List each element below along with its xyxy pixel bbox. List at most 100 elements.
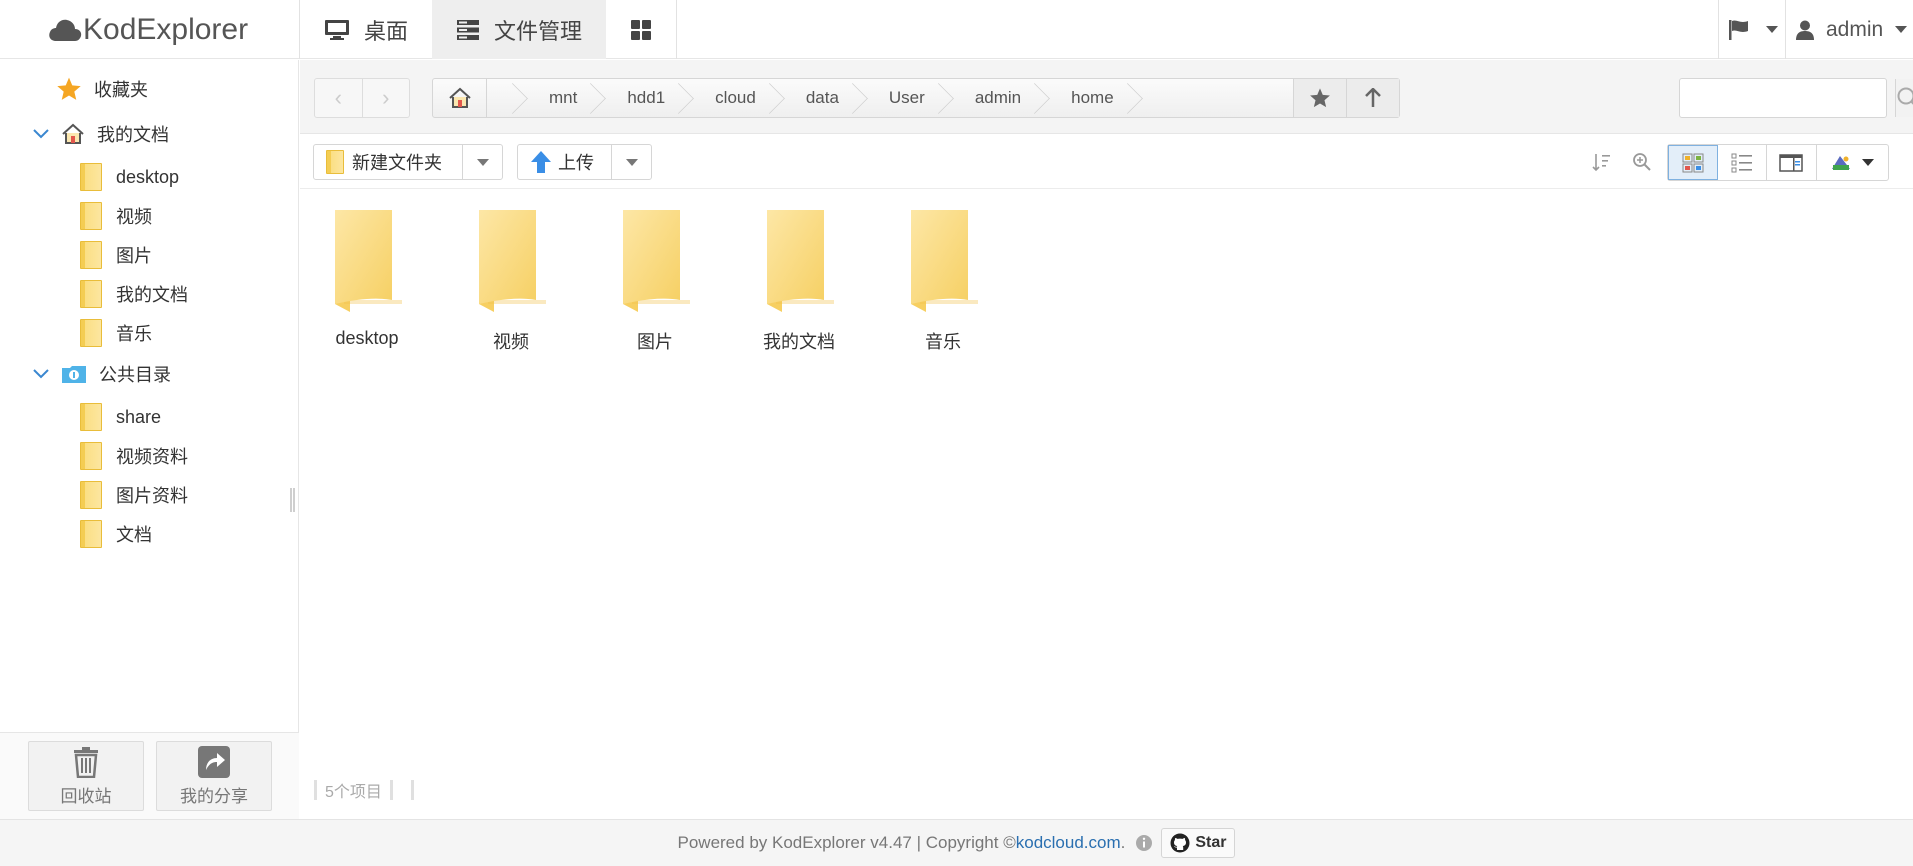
home-icon <box>448 87 471 108</box>
sidebar-item-label: share <box>116 406 162 427</box>
chevron-down-icon <box>1862 159 1875 166</box>
chevron-down-icon <box>33 369 49 379</box>
list-view-button[interactable] <box>1718 145 1768 180</box>
file-grid: desktop 视频 图片 我的文档 音乐 <box>300 190 1913 750</box>
sort-icon <box>1592 154 1610 172</box>
file-item[interactable]: desktop <box>307 208 427 349</box>
home-icon <box>62 123 84 144</box>
favorite-button[interactable] <box>1293 79 1346 117</box>
main-panel: ‹ › mnt hdd1 cloud data User admin home <box>300 60 1913 819</box>
folder-icon <box>80 280 102 308</box>
sidebar-item-share[interactable]: share <box>80 403 161 431</box>
breadcrumb-label: mnt <box>549 88 578 107</box>
address-bar[interactable]: mnt hdd1 cloud data User admin home <box>432 78 1400 118</box>
sidebar-item-public[interactable]: 公共目录 <box>33 361 171 387</box>
breadcrumb-item[interactable]: cloud <box>685 79 776 117</box>
sidebar-item-label: 我的文档 <box>116 285 188 305</box>
icon-view-button[interactable] <box>1668 145 1718 180</box>
folder-icon <box>911 210 978 312</box>
recycle-bin-button[interactable]: 回收站 <box>28 741 144 811</box>
file-item[interactable]: 我的文档 <box>739 208 859 354</box>
breadcrumb-item[interactable]: hdd1 <box>597 79 685 117</box>
split-view-icon <box>1779 153 1804 172</box>
sidebar-item-picture-resources[interactable]: 图片资料 <box>80 481 188 509</box>
breadcrumb-label: admin <box>974 88 1022 107</box>
item-count: 5个项目 <box>325 784 382 801</box>
nav-apps[interactable] <box>606 0 676 59</box>
sidebar-item-label: 文档 <box>116 525 152 545</box>
file-item[interactable]: 视频 <box>451 208 571 354</box>
search-input[interactable] <box>1680 79 1895 117</box>
flag-icon <box>1729 19 1748 40</box>
info-icon[interactable] <box>1135 834 1153 852</box>
sidebar-item-my-docs[interactable]: 我的文档 <box>33 121 169 147</box>
file-toolbar: 新建文件夹 上传 <box>300 135 1913 189</box>
breadcrumb-item[interactable]: User <box>859 79 945 117</box>
arrow-up-icon <box>1365 88 1381 107</box>
sidebar-item-label: 我的文档 <box>97 125 169 145</box>
new-menu-dropdown[interactable] <box>462 145 502 179</box>
trash-icon <box>74 746 98 778</box>
upload-button[interactable]: 上传 <box>517 144 652 180</box>
upload-dropdown[interactable] <box>611 145 651 179</box>
breadcrumb-item[interactable]: data <box>776 79 859 117</box>
breadcrumb-root[interactable] <box>487 79 519 117</box>
sidebar-item-desktop[interactable]: desktop <box>80 163 179 191</box>
status-divider <box>389 780 393 800</box>
breadcrumb-item[interactable]: mnt <box>519 79 597 117</box>
my-share-button[interactable]: 我的分享 <box>156 741 272 811</box>
new-folder-button[interactable]: 新建文件夹 <box>313 144 503 180</box>
file-name: 视频 <box>493 332 529 352</box>
star-icon <box>1310 88 1330 108</box>
zoom-button[interactable] <box>1630 150 1654 174</box>
breadcrumb-item[interactable]: home <box>1041 79 1134 117</box>
home-button[interactable] <box>433 79 487 117</box>
folder-icon <box>80 163 102 191</box>
new-folder-main[interactable]: 新建文件夹 <box>314 145 452 179</box>
back-button[interactable]: ‹ <box>315 79 362 117</box>
file-item[interactable]: 音乐 <box>883 208 1003 354</box>
file-name: 图片 <box>637 332 673 352</box>
up-level-button[interactable] <box>1346 79 1399 117</box>
sort-button[interactable] <box>1590 150 1614 174</box>
view-mode-group <box>1667 144 1889 181</box>
history-nav: ‹ › <box>314 78 410 118</box>
sidebar-item-video-resources[interactable]: 视频资料 <box>80 442 188 470</box>
sidebar-item-videos[interactable]: 视频 <box>80 202 152 230</box>
new-folder-label: 新建文件夹 <box>352 153 442 173</box>
sidebar-item-label: 图片资料 <box>116 486 188 506</box>
chevron-down-icon <box>1895 26 1908 33</box>
chevron-left-icon: ‹ <box>334 85 342 110</box>
sidebar-item-music[interactable]: 音乐 <box>80 319 152 347</box>
app-logo[interactable]: KodExplorer <box>48 6 248 54</box>
sidebar-item-documents[interactable]: 我的文档 <box>80 280 188 308</box>
upload-main[interactable]: 上传 <box>518 145 604 179</box>
file-name: desktop <box>335 328 399 348</box>
sidebar-item-favorites[interactable]: 收藏夹 <box>56 76 148 102</box>
recycle-bin-label: 回收站 <box>60 786 112 806</box>
nav-desktop[interactable]: 桌面 <box>300 0 432 59</box>
github-star-button[interactable]: Star <box>1161 828 1236 858</box>
search-button[interactable] <box>1895 79 1913 117</box>
chevron-down-icon <box>625 158 638 166</box>
split-view-button[interactable] <box>1767 145 1817 180</box>
folder-icon <box>80 442 102 470</box>
kodcloud-link[interactable]: kodcloud.com <box>1016 833 1121 853</box>
user-menu[interactable]: admin <box>1796 0 1913 59</box>
nav-divider <box>676 0 677 59</box>
zoom-icon <box>1633 153 1651 171</box>
sidebar-item-pictures[interactable]: 图片 <box>80 241 152 269</box>
file-item[interactable]: 图片 <box>595 208 715 354</box>
folder-icon <box>335 210 402 312</box>
folder-icon <box>479 210 546 312</box>
breadcrumb-item[interactable]: admin <box>945 79 1041 117</box>
language-menu[interactable] <box>1728 0 1788 59</box>
user-name: admin <box>1826 17 1884 41</box>
sidebar-resize-handle[interactable] <box>290 488 295 512</box>
nav-file-manager[interactable]: 文件管理 <box>432 0 606 59</box>
chevron-down-icon <box>33 129 49 139</box>
sidebar-item-label: 视频资料 <box>116 447 188 467</box>
forward-button[interactable]: › <box>361 79 410 117</box>
theme-menu-button[interactable] <box>1817 145 1888 180</box>
sidebar-item-docs[interactable]: 文档 <box>80 520 152 548</box>
